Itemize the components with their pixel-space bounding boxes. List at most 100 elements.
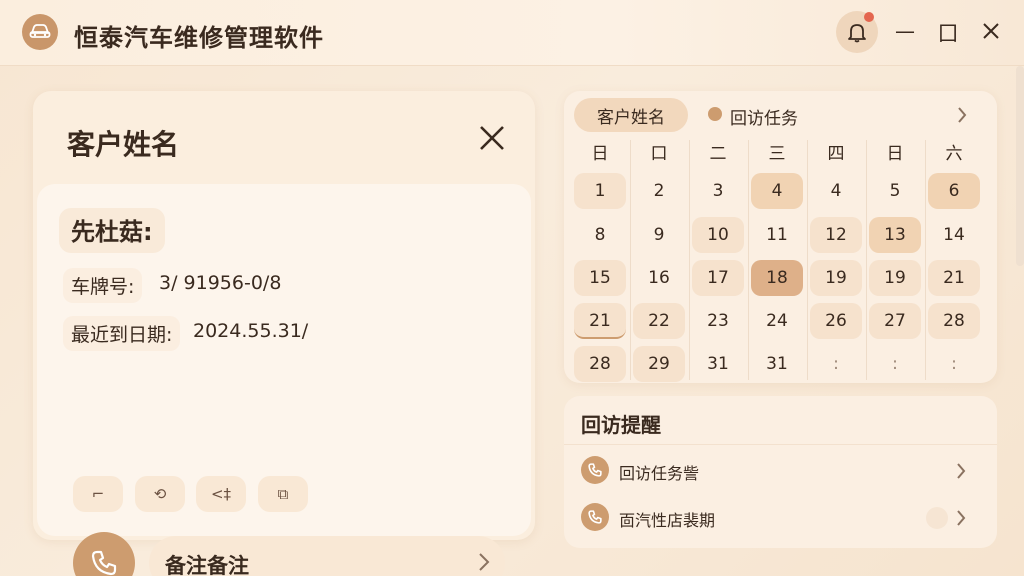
edit-icon: ⟲ <box>153 485 167 503</box>
weekday-header: 日 <box>591 144 609 164</box>
customer-name: 先杜菇: <box>59 208 165 253</box>
calendar-day[interactable]: 28 <box>574 346 626 382</box>
customer-card: 客户姓名 先杜菇: 车牌号: 3/ 91956-0/8 最近到日期: 2024.… <box>33 91 535 576</box>
chevron-right-icon <box>479 553 490 571</box>
customer-details-panel: 先杜菇: 车牌号: 3/ 91956-0/8 最近到日期: 2024.55.31… <box>37 184 531 576</box>
close-card-button[interactable] <box>477 123 507 153</box>
restore-icon: 囗 <box>938 20 958 45</box>
action-button-3[interactable]: <‡ <box>196 476 246 512</box>
last-visit-date-label: 最近到日期: <box>63 316 181 351</box>
grid-divider <box>630 140 631 380</box>
calendar-day[interactable]: 2 <box>633 173 685 209</box>
grid-divider <box>925 140 926 380</box>
calendar-day[interactable]: 4 <box>751 173 803 209</box>
grid-divider <box>689 140 690 380</box>
status-circle <box>926 507 948 529</box>
calendar-day[interactable]: 24 <box>751 303 803 339</box>
reminder-item-label: 回访任务訾 <box>619 464 700 483</box>
phone-icon <box>581 503 609 531</box>
chevron-right-icon <box>957 463 966 479</box>
weekday-header: 口 <box>650 144 668 164</box>
calendar-day[interactable]: 27 <box>869 303 921 339</box>
note-row[interactable]: 备注备注 <box>149 536 505 576</box>
weekday-header: 三 <box>768 144 786 164</box>
calendar-day[interactable]: 13 <box>869 217 921 253</box>
plate-label: 车牌号: <box>63 268 143 303</box>
calendar-day[interactable]: 10 <box>692 217 744 253</box>
close-icon <box>983 23 999 39</box>
reminder-item[interactable]: 回访任务訾 <box>581 456 981 486</box>
calendar-day[interactable]: 23 <box>692 303 744 339</box>
calendar-day[interactable]: 21 <box>574 303 626 339</box>
calendar-day[interactable]: 5 <box>869 173 921 209</box>
calendar-day[interactable]: 15 <box>574 260 626 296</box>
copy-icon: ⧉ <box>277 485 289 503</box>
title-bar: 恒泰汽车维修管理软件 — 囗 <box>0 0 1024 66</box>
grid-divider <box>807 140 808 380</box>
calendar-day-placeholder: : <box>892 354 898 374</box>
plate-value: 3/ 91956-0/8 <box>159 272 282 294</box>
calendar-day[interactable]: 19 <box>869 260 921 296</box>
calendar-day-placeholder: : <box>833 354 839 374</box>
reminder-item[interactable]: 靣汽性店裴期 <box>581 503 981 533</box>
weekday-header: 日 <box>886 144 904 164</box>
follow-up-reminder-card: 回访提醒 回访任务訾 靣汽性店裴期 <box>564 396 997 548</box>
calendar-day[interactable]: 19 <box>810 260 862 296</box>
transfer-icon: <‡ <box>210 485 232 503</box>
calendar-day[interactable]: 12 <box>810 217 862 253</box>
grid-divider <box>866 140 867 380</box>
calendar-day[interactable]: 9 <box>633 217 685 253</box>
tab-customer-name[interactable]: 客户姓名 <box>574 98 688 132</box>
grid-divider <box>748 140 749 380</box>
calendar-day[interactable]: 1 <box>574 173 626 209</box>
weekday-header: 六 <box>945 144 963 164</box>
calendar-day[interactable]: 31 <box>692 346 744 382</box>
action-button-1[interactable]: ⌐ <box>73 476 123 512</box>
app-title: 恒泰汽车维修管理软件 <box>74 24 324 52</box>
scrollbar[interactable] <box>1016 66 1024 266</box>
divider <box>564 444 997 445</box>
calendar-day[interactable]: 4 <box>810 173 862 209</box>
maximize-button[interactable]: 囗 <box>935 18 961 45</box>
bell-icon <box>848 24 866 43</box>
calendar-day[interactable]: 3 <box>692 173 744 209</box>
action-button-4[interactable]: ⧉ <box>258 476 308 512</box>
calendar-day[interactable]: 28 <box>928 303 980 339</box>
calendar-day[interactable]: 26 <box>810 303 862 339</box>
calendar-day[interactable]: 21 <box>928 260 980 296</box>
phone-icon <box>91 550 117 576</box>
minimize-button[interactable]: — <box>892 18 918 44</box>
calendar-day-selected[interactable]: 18 <box>751 260 803 296</box>
calendar-day[interactable]: 8 <box>574 217 626 253</box>
calendar-card: 客户姓名 回访任务 日 口 二 三 四 日 六 1 2 3 4 4 5 6 8 … <box>564 91 997 383</box>
undo-icon: ⌐ <box>91 485 105 503</box>
last-visit-date-value: 2024.55.31/ <box>193 320 309 342</box>
phone-icon <box>581 456 609 484</box>
calendar-day[interactable]: 31 <box>751 346 803 382</box>
reminder-item-label: 靣汽性店裴期 <box>619 511 716 530</box>
call-button[interactable] <box>73 532 135 576</box>
calendar-day[interactable]: 22 <box>633 303 685 339</box>
legend-dot <box>708 107 722 121</box>
chevron-right-icon <box>957 510 966 526</box>
customer-card-title: 客户姓名 <box>67 128 180 161</box>
calendar-day[interactable]: 17 <box>692 260 744 296</box>
calendar-day[interactable]: 6 <box>928 173 980 209</box>
reminder-title: 回访提醒 <box>581 413 661 437</box>
weekday-header: 四 <box>827 144 845 164</box>
close-window-button[interactable] <box>978 18 1004 44</box>
close-icon <box>480 126 504 150</box>
calendar-day-placeholder: : <box>951 354 957 374</box>
chevron-right-icon[interactable] <box>956 105 968 125</box>
calendar-day[interactable]: 14 <box>928 217 980 253</box>
calendar-day[interactable]: 29 <box>633 346 685 382</box>
minimize-icon: — <box>895 19 915 43</box>
calendar-day[interactable]: 16 <box>633 260 685 296</box>
car-icon <box>22 14 58 50</box>
weekday-header: 二 <box>709 144 727 164</box>
action-button-2[interactable]: ⟲ <box>135 476 185 512</box>
notification-badge <box>864 12 874 22</box>
calendar-day[interactable]: 11 <box>751 217 803 253</box>
tab-follow-up-tasks[interactable]: 回访任务 <box>730 104 798 129</box>
note-text: 备注备注 <box>165 554 249 576</box>
